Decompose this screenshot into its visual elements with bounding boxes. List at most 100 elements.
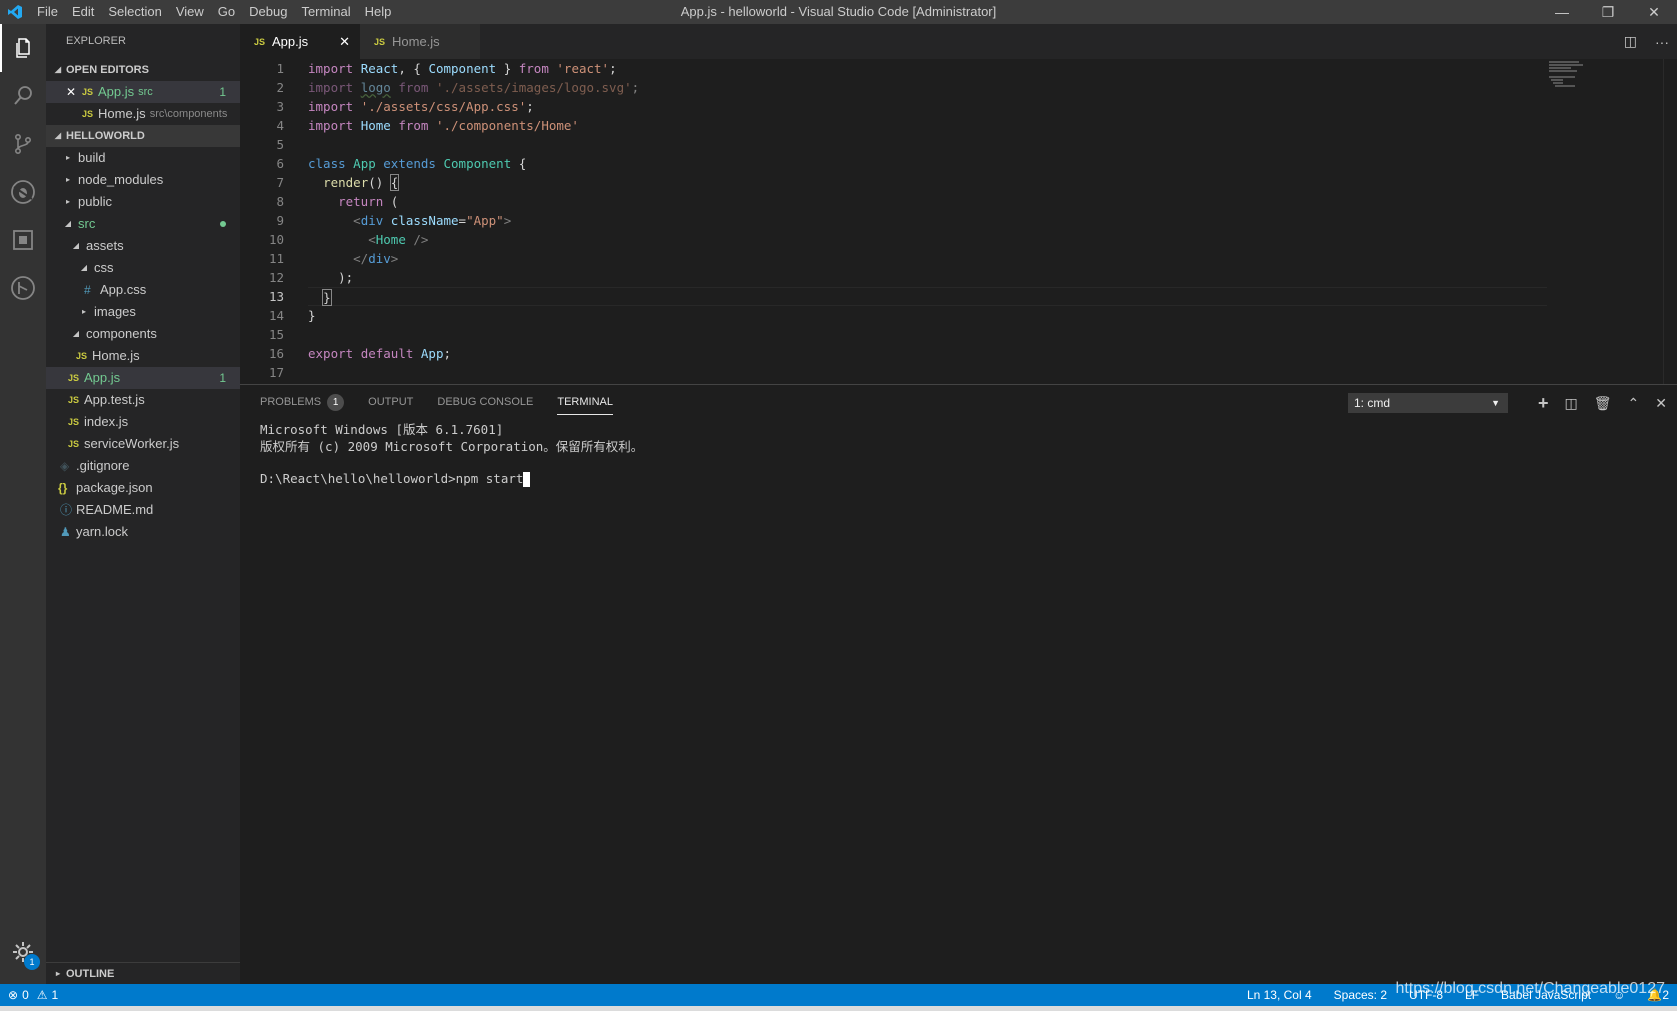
chevron-right-icon: ▸ <box>55 968 60 978</box>
tree-item-index-js[interactable]: JS index.js <box>46 411 240 433</box>
minimize-button[interactable]: — <box>1539 0 1585 24</box>
tab-terminal[interactable]: TERMINAL <box>557 391 613 415</box>
line-number: 15 <box>268 327 284 342</box>
taskbar-edge <box>0 1006 1677 1011</box>
tree-item-app-test-js[interactable]: JS App.test.js <box>46 389 240 411</box>
close-panel-icon[interactable]: ✕ <box>1655 395 1667 412</box>
add-terminal-icon[interactable]: + <box>1538 393 1549 414</box>
tree-item-assets[interactable]: ◢ assets <box>46 235 240 257</box>
code-line: import React, { Component } from 'react'… <box>308 61 617 76</box>
line-number: 9 <box>276 213 284 228</box>
close-window-button[interactable]: ✕ <box>1631 0 1677 24</box>
project-header[interactable]: ◢ HELLOWORLD <box>46 125 240 147</box>
open-editor-home-js[interactable]: JS Home.js src\components <box>46 103 240 125</box>
tab-home-js[interactable]: JS Home.js <box>360 24 480 59</box>
panel-actions: + ◫ 🗑 ⌃ ✕ <box>1538 393 1667 414</box>
tree-item-images[interactable]: ▸ images <box>46 301 240 323</box>
maximize-panel-icon[interactable]: ⌃ <box>1628 395 1640 412</box>
chevron-right-icon: ▸ <box>65 153 70 162</box>
code-editor[interactable]: 1 2 3 4 5 6 7 8 9 10 11 12 13 14 15 16 1… <box>240 59 1677 384</box>
tree-item-app-js[interactable]: JS App.js 1 <box>46 367 240 389</box>
close-icon[interactable]: ✕ <box>66 81 82 103</box>
code-line: <Home /> <box>368 232 429 247</box>
terminal-select[interactable]: 1: cmd ▼ <box>1348 393 1508 413</box>
tree-item-components[interactable]: ◢ components <box>46 323 240 345</box>
tree-item-package-json[interactable]: {} package.json <box>46 477 240 499</box>
tree-item-home-js[interactable]: JS Home.js <box>46 345 240 367</box>
settings-gear-icon[interactable]: 1 <box>0 928 46 976</box>
bottom-panel: PROBLEMS 1 OUTPUT DEBUG CONSOLE TERMINAL … <box>240 384 1677 984</box>
code-line: export default App; <box>308 346 452 361</box>
status-bar: ⊗ 0 ⚠ 1 Ln 13, Col 4 Spaces: 2 UTF-8 LF … <box>0 980 1677 1006</box>
terminal-output[interactable]: Microsoft Windows [版本 6.1.7601] 版权所有 (c)… <box>260 421 643 487</box>
more-actions-icon[interactable]: ··· <box>1655 34 1669 50</box>
indentation[interactable]: Spaces: 2 <box>1334 988 1387 1002</box>
split-terminal-icon[interactable]: ◫ <box>1565 395 1578 412</box>
explorer-icon[interactable] <box>0 24 46 72</box>
git-file-icon: ◈ <box>60 459 70 473</box>
editor-scrollbar[interactable] <box>1663 59 1677 384</box>
chevron-right-icon: ▸ <box>65 175 70 184</box>
outline-header[interactable]: ▸ OUTLINE <box>46 962 240 984</box>
menu-view[interactable]: View <box>169 0 211 24</box>
menu-help[interactable]: Help <box>358 0 399 24</box>
tree-item-build[interactable]: ▸ build <box>46 147 240 169</box>
open-editors-header[interactable]: ◢ OPEN EDITORS <box>46 59 240 81</box>
chevron-down-icon: ▼ <box>1491 398 1500 408</box>
extensions-icon[interactable] <box>0 216 46 264</box>
line-number: 16 <box>268 346 284 361</box>
menu-debug[interactable]: Debug <box>242 0 294 24</box>
tree-item-css[interactable]: ◢ css <box>46 257 240 279</box>
code-line: </div> <box>353 251 399 266</box>
line-number: 10 <box>268 232 284 247</box>
tree-item-yarn-lock[interactable]: ♟ yarn.lock <box>46 521 240 543</box>
json-file-icon: {} <box>58 481 68 495</box>
restore-button[interactable]: ❐ <box>1585 0 1631 24</box>
open-editor-name: App.js <box>98 84 135 99</box>
minimap[interactable] <box>1547 59 1607 99</box>
terminal-cursor <box>523 472 531 487</box>
code-line-current: } <box>308 287 1547 306</box>
modified-dot <box>220 221 226 227</box>
tree-item-public[interactable]: ▸ public <box>46 191 240 213</box>
tree-item-service-worker-js[interactable]: JS serviceWorker.js <box>46 433 240 455</box>
menu-edit[interactable]: Edit <box>65 0 101 24</box>
source-control-icon[interactable] <box>0 120 46 168</box>
line-numbers: 1 2 3 4 5 6 7 8 9 10 11 12 13 14 15 16 1… <box>240 59 286 382</box>
sidebar-title: EXPLORER <box>66 35 126 47</box>
line-number: 4 <box>276 118 284 133</box>
menu-file[interactable]: File <box>30 0 65 24</box>
tree-item-app-css[interactable]: # App.css <box>46 279 240 301</box>
menu-terminal[interactable]: Terminal <box>294 0 357 24</box>
debug-icon[interactable] <box>0 168 46 216</box>
open-editor-name: Home.js <box>98 106 146 121</box>
tab-problems[interactable]: PROBLEMS 1 <box>260 385 345 420</box>
js-file-icon: JS <box>82 87 94 97</box>
menu-bar: File Edit Selection View Go Debug Termin… <box>30 0 398 24</box>
tree-item-gitignore[interactable]: ◈ .gitignore <box>46 455 240 477</box>
tree-item-node-modules[interactable]: ▸ node_modules <box>46 169 240 191</box>
split-editor-icon[interactable]: ◫ <box>1624 33 1637 50</box>
search-icon[interactable] <box>0 72 46 120</box>
problems-status[interactable]: ⊗ 0 ⚠ 1 <box>0 988 58 1002</box>
tree-item-src[interactable]: ◢ src <box>46 213 240 235</box>
code-lines[interactable]: import React, { Component } from 'react'… <box>308 59 1547 382</box>
tab-app-js[interactable]: JS App.js ✕ <box>240 24 360 59</box>
cursor-position[interactable]: Ln 13, Col 4 <box>1247 988 1312 1002</box>
close-icon[interactable]: ✕ <box>339 34 350 50</box>
line-number: 1 <box>276 61 284 76</box>
tab-debug-console[interactable]: DEBUG CONSOLE <box>437 385 533 420</box>
tree-item-readme[interactable]: ⓘ README.md <box>46 499 240 521</box>
js-file-icon: JS <box>374 36 386 47</box>
problems-badge: 1 <box>327 394 345 411</box>
menu-selection[interactable]: Selection <box>101 0 168 24</box>
open-editor-app-js[interactable]: ✕ JS App.js src 1 <box>46 81 240 103</box>
remote-icon[interactable] <box>0 264 46 312</box>
js-file-icon: JS <box>76 351 88 361</box>
menu-go[interactable]: Go <box>211 0 242 24</box>
trash-icon[interactable]: 🗑 <box>1594 395 1612 412</box>
chevron-right-icon: ▸ <box>81 307 86 316</box>
tab-output[interactable]: OUTPUT <box>368 385 413 420</box>
